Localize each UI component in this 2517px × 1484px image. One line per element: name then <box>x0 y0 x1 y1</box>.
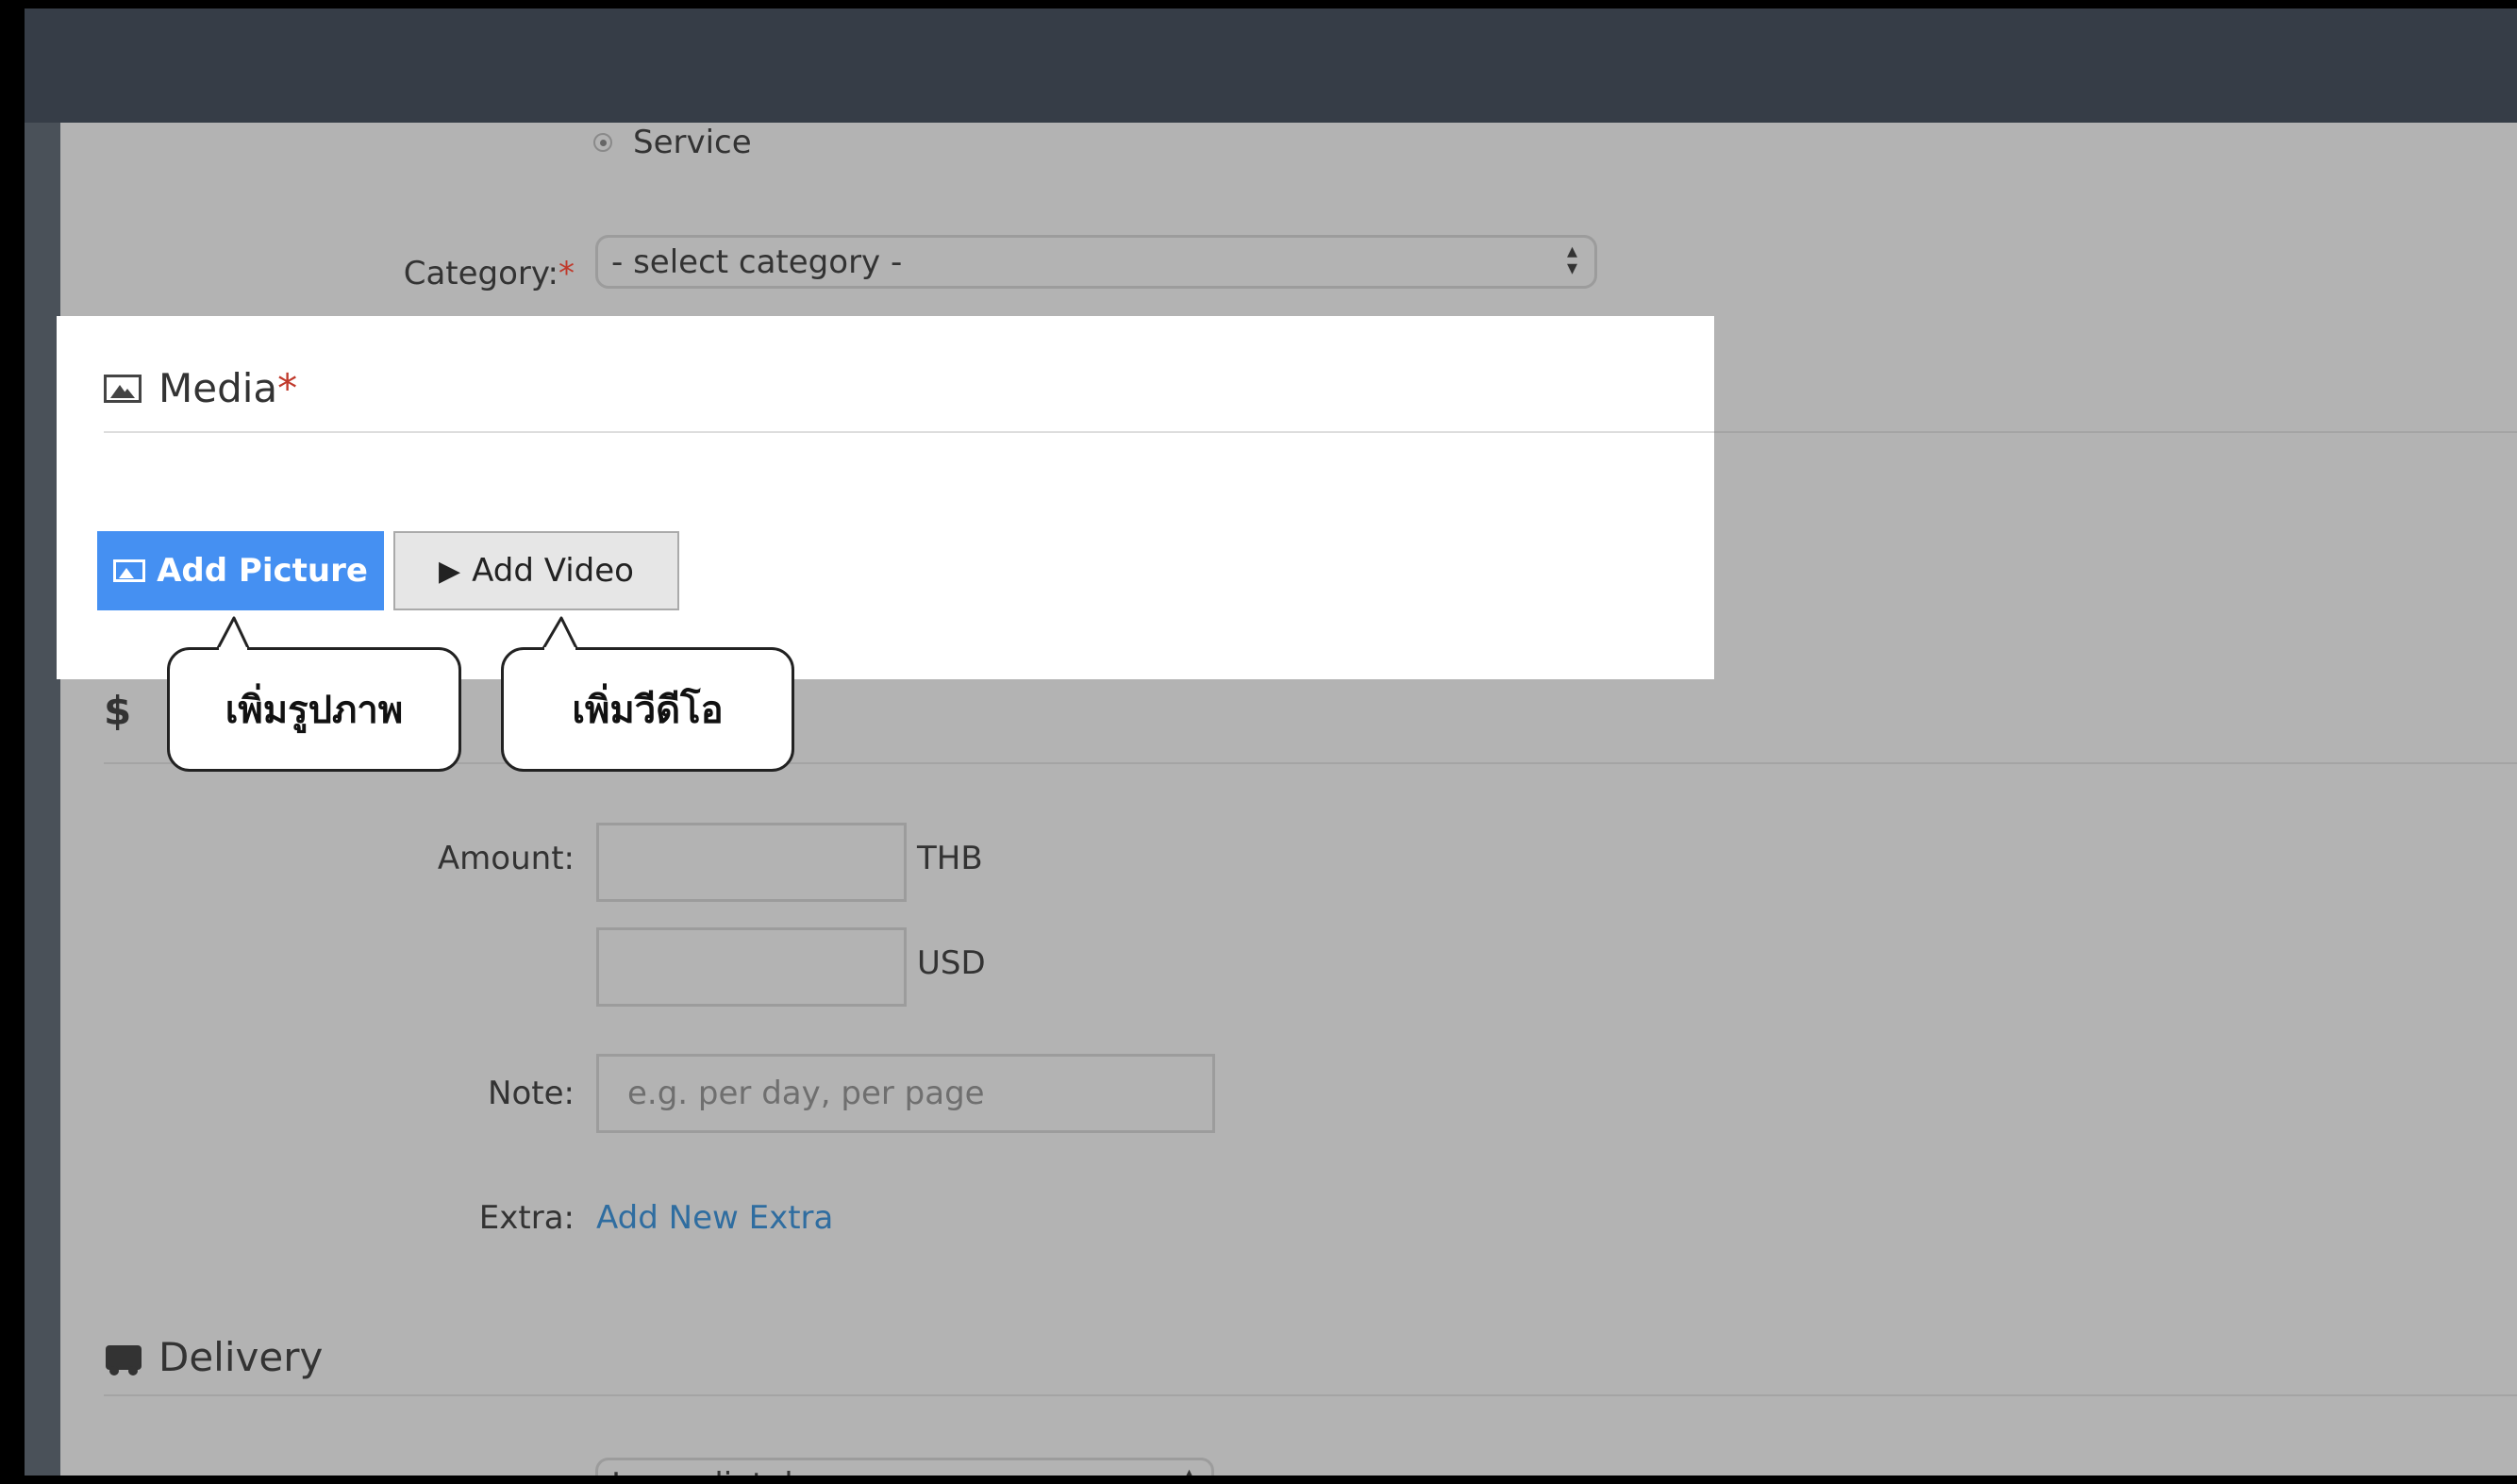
callout-pointer-join <box>219 647 247 652</box>
callout-pointer-join <box>544 647 575 652</box>
callout-add-picture: เพิ่มรูปภาพ <box>167 647 461 772</box>
callout-add-picture-text: เพิ่มรูปภาพ <box>225 689 404 732</box>
callout-add-video: เพิ่มวีดีโอ <box>501 647 794 772</box>
callout-add-video-text: เพิ่มวีดีโอ <box>572 689 724 732</box>
